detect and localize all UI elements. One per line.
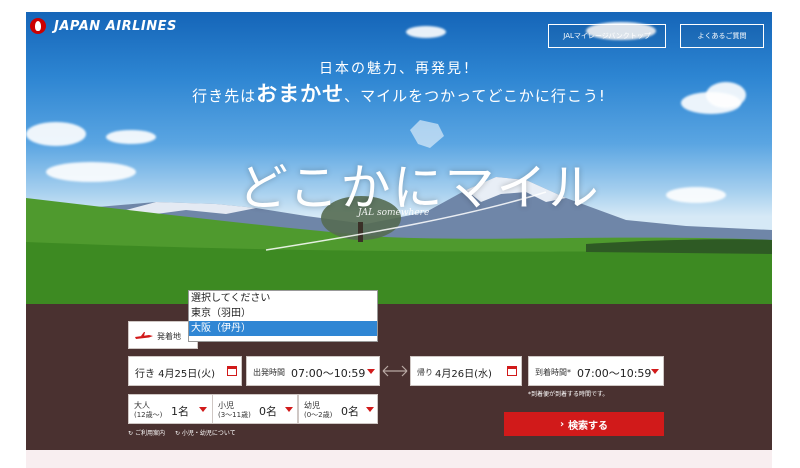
chevron-down-icon (366, 407, 374, 412)
bottom-strip (26, 450, 772, 468)
outbound-date-value: 行き 4月25日(火) (135, 369, 216, 380)
usage-guide-link-label: ご利用案内 (134, 430, 165, 437)
adult-count-select[interactable]: 大人 (12歳〜) 1名 (128, 394, 214, 424)
adult-count-value: 1名 (171, 405, 189, 418)
chevron-down-icon (199, 407, 207, 412)
chevron-down-icon (367, 369, 375, 374)
child-age: (3〜11歳) (218, 411, 251, 419)
outbound-date-field[interactable]: 行き 4月25日(火) (128, 356, 242, 386)
arrival-time-select[interactable]: 到着時間* 07:00〜10:59 (528, 356, 664, 386)
departure-time-value: 07:00〜10:59 (291, 367, 366, 380)
calendar-icon[interactable] (507, 366, 517, 376)
page: JAPAN AIRLINES JALマイレージバンクトップ よくあるご質問 日本… (0, 0, 800, 468)
search-button-label: 検索する (568, 420, 609, 432)
hero-subtitle: JAL somewhere (358, 208, 430, 218)
arrival-time-value: 07:00〜10:59 (577, 367, 652, 380)
departure-time-label: 出発時間 (253, 368, 285, 377)
usage-guide-link[interactable]: ↻ ご利用案内 (128, 428, 165, 437)
departure-time-select[interactable]: 出発時間 07:00〜10:59 (246, 356, 380, 386)
dropdown-option[interactable]: 大阪（伊丹） (189, 321, 377, 336)
child-count-select[interactable]: 小児 (3〜11歳) 0名 (212, 394, 298, 424)
infant-count-select[interactable]: 幼児 (0〜2歳) 0名 (298, 394, 378, 424)
arrival-time-label: 到着時間* (535, 368, 571, 377)
search-button[interactable]: › 検索する (504, 412, 664, 436)
departure-airport-dropdown[interactable]: 選択してください 東京（羽田） 大阪（伊丹） (188, 290, 378, 342)
faq-button[interactable]: よくあるご質問 (680, 24, 764, 48)
search-panel: 発着地 行き 4月25日(火) 出発時間 07:00〜10:59 帰り 4月26… (26, 304, 772, 450)
crane-icon (30, 18, 46, 34)
infant-age: (0〜2歳) (304, 411, 333, 419)
swap-arrows-icon (382, 365, 408, 377)
tagline-line2: 行き先はおまかせ、マイルをつかってどこかに行こう! (26, 78, 772, 108)
arrival-time-note: *到着便が到着する時間です。 (528, 391, 609, 398)
tagline-prefix: 行き先は (192, 87, 257, 105)
tagline-emphasis: おまかせ (256, 82, 345, 106)
tagline-line1: 日本の魅力、再発見！ (319, 61, 479, 77)
chevron-down-icon (651, 369, 659, 374)
tagline-suffix: 、マイルをつかってどこかに行こう! (344, 87, 606, 105)
return-date-value: 4月26日(水) (435, 369, 492, 380)
child-count-value: 0名 (259, 405, 277, 418)
help-links: ↻ ご利用案内 ↻ 小児・幼児について (128, 428, 236, 437)
departure-label: 発着地 (157, 332, 181, 341)
airplane-icon (135, 332, 153, 339)
jal-logo[interactable]: JAPAN AIRLINES (30, 18, 177, 34)
child-infant-info-link-label: 小児・幼児について (181, 430, 236, 437)
child-infant-info-link[interactable]: ↻ 小児・幼児について (175, 428, 236, 437)
chevron-down-icon (285, 407, 293, 412)
dropdown-option[interactable]: 東京（羽田） (189, 306, 377, 321)
adult-age: (12歳〜) (134, 411, 163, 419)
brand-name: JAPAN AIRLINES (54, 18, 177, 34)
calendar-icon[interactable] (227, 366, 237, 376)
hero-banner: JAPAN AIRLINES JALマイレージバンクトップ よくあるご質問 日本… (26, 12, 772, 304)
mileage-bank-top-button[interactable]: JALマイレージバンクトップ (548, 24, 666, 48)
chevron-right-icon: › (559, 418, 565, 430)
infant-count-value: 0名 (341, 405, 359, 418)
return-date-field[interactable]: 帰り 4月26日(水) (410, 356, 522, 386)
dropdown-option[interactable]: 選択してください (189, 291, 377, 306)
return-date-label: 帰り (417, 368, 433, 377)
